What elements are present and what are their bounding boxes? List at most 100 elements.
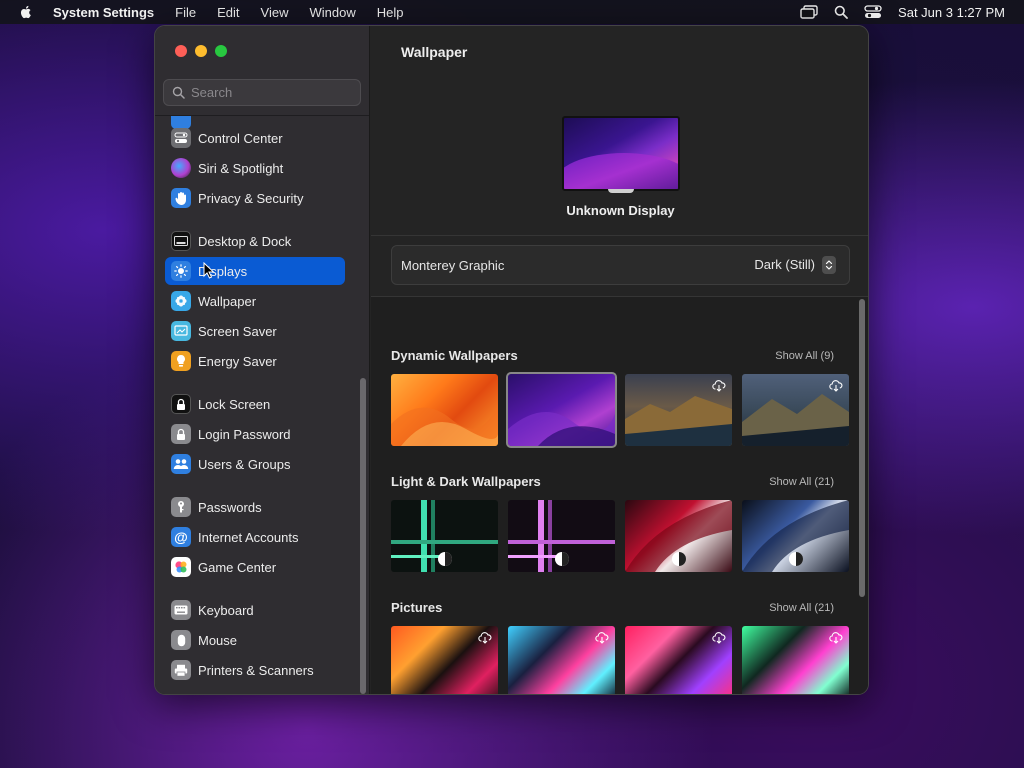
siri-icon xyxy=(171,158,191,178)
sidebar-item-label: Passwords xyxy=(198,499,262,515)
pane-divider xyxy=(371,235,868,236)
sidebar-item-desktop-dock[interactable]: Desktop & Dock xyxy=(165,227,345,255)
control-center-icon xyxy=(171,128,191,148)
sidebar-item-lock-screen[interactable]: Lock Screen xyxy=(165,390,345,418)
sidebar-item-label: Desktop & Dock xyxy=(198,233,292,249)
sidebar-item-control-center[interactable]: Control Center xyxy=(165,124,345,152)
download-icon[interactable] xyxy=(712,380,726,392)
menu-help[interactable]: Help xyxy=(377,5,404,20)
sidebar-item-keyboard[interactable]: Keyboard xyxy=(165,596,345,624)
sidebar-item-label: Energy Saver xyxy=(198,353,277,369)
search-input[interactable] xyxy=(191,85,351,100)
sidebar-item-label: Internet Accounts xyxy=(198,529,299,545)
sidebar-item-login-password[interactable]: Login Password xyxy=(165,420,345,448)
section-title-dynamic: Dynamic Wallpapers xyxy=(391,348,518,363)
printer-icon xyxy=(171,660,191,680)
wallpaper-thumb-catalina[interactable] xyxy=(625,374,732,446)
control-center-icon[interactable] xyxy=(864,5,882,19)
sidebar-item-privacy-security[interactable]: Privacy & Security xyxy=(165,184,345,212)
menu-view[interactable]: View xyxy=(261,5,289,20)
window-controls xyxy=(175,45,227,57)
wallpaper-thumb-catalina-2[interactable] xyxy=(742,374,849,446)
search-field[interactable] xyxy=(163,79,361,106)
search-icon xyxy=(172,86,185,99)
sidebar-scrollbar[interactable] xyxy=(360,378,366,694)
apple-icon[interactable] xyxy=(18,4,34,20)
show-all-pictures-button[interactable]: Show All (21) xyxy=(769,602,834,614)
display-preview xyxy=(562,116,680,191)
sidebar-item-screen-saver[interactable]: Screen Saver xyxy=(165,317,345,345)
appearance-mode-select[interactable]: Dark (Still) xyxy=(754,257,815,272)
menu-file[interactable]: File xyxy=(175,5,196,20)
sidebar-item-label: Wallpaper xyxy=(198,293,257,309)
wallpaper-thumb-imac-green[interactable] xyxy=(391,500,498,572)
wallpaper-thumb-blue-curves[interactable] xyxy=(742,500,849,572)
current-wallpaper-row: Monterey Graphic Dark (Still) xyxy=(391,245,850,285)
mouse-cursor-icon xyxy=(203,262,215,279)
preview-wave xyxy=(564,153,678,189)
sidebar-item-mouse[interactable]: Mouse xyxy=(165,626,345,654)
key-icon xyxy=(171,497,191,517)
display-name: Unknown Display xyxy=(566,203,675,218)
sidebar-item-game-center[interactable]: Game Center xyxy=(165,553,345,581)
sidebar-item-wallpaper[interactable]: Wallpaper xyxy=(165,287,345,315)
menu-edit[interactable]: Edit xyxy=(217,5,239,20)
hand-icon xyxy=(171,188,191,208)
sidebar-item-label: Privacy & Security xyxy=(198,190,304,206)
close-button[interactable] xyxy=(175,45,187,57)
at-icon: @ xyxy=(171,527,191,547)
wallpaper-thumb-picture-4[interactable] xyxy=(742,626,849,694)
wallpaper-thumb-monterey[interactable] xyxy=(506,372,617,448)
download-icon[interactable] xyxy=(595,632,609,644)
wallpaper-thumb-imac-purple[interactable] xyxy=(508,500,615,572)
gallery-scrollbar[interactable] xyxy=(859,299,865,597)
sidebar-item-passwords[interactable]: Passwords xyxy=(165,493,345,521)
wallpaper-thumb-picture-1[interactable] xyxy=(391,626,498,694)
menu-clock[interactable]: Sat Jun 3 1:27 PM xyxy=(898,5,1005,20)
sidebar-item-label: Siri & Spotlight xyxy=(198,160,284,176)
wallpaper-thumb-ventura[interactable] xyxy=(391,374,498,446)
sidebar-item-label: Lock Screen xyxy=(198,396,271,412)
minimize-button[interactable] xyxy=(195,45,207,57)
sidebar-item-displays[interactable]: Displays xyxy=(165,257,345,285)
sun-icon xyxy=(171,261,191,281)
chevron-up-down-icon[interactable] xyxy=(822,256,836,274)
sidebar-item-label: Login Password xyxy=(198,426,291,442)
wallpaper-pane: Wallpaper Unknown Display Monterey Graph… xyxy=(371,26,868,694)
wallpaper-thumb-picture-3[interactable] xyxy=(625,626,732,694)
wallpaper-thumb-red-curves[interactable] xyxy=(625,500,732,572)
zoom-button[interactable] xyxy=(215,45,227,57)
screen-saver-icon xyxy=(171,321,191,341)
menu-app-name[interactable]: System Settings xyxy=(53,5,154,20)
sidebar-list: Control Center Siri & Spotlight Privacy … xyxy=(155,116,355,694)
padlock-icon xyxy=(171,424,191,444)
flower-icon xyxy=(171,291,191,311)
light-dark-icon xyxy=(671,552,686,566)
light-dark-icon xyxy=(554,552,569,566)
sidebar-item-label: Users & Groups xyxy=(198,456,291,472)
menu-window[interactable]: Window xyxy=(309,5,355,20)
download-icon[interactable] xyxy=(829,380,843,392)
light-dark-icon xyxy=(437,552,452,566)
wallpaper-thumb-picture-2[interactable] xyxy=(508,626,615,694)
sidebar-item-label: Control Center xyxy=(198,130,283,146)
game-center-icon xyxy=(171,557,191,577)
sidebar-item-printers-scanners[interactable]: Printers & Scanners xyxy=(165,656,345,684)
sidebar-item-siri-spotlight[interactable]: Siri & Spotlight xyxy=(165,154,345,182)
sidebar-item-label: Mouse xyxy=(198,632,238,648)
show-all-light-dark-button[interactable]: Show All (21) xyxy=(769,476,834,488)
sidebar-item-users-groups[interactable]: Users & Groups xyxy=(165,450,345,478)
lock-icon xyxy=(171,394,191,414)
sidebar-item-internet-accounts[interactable]: @ Internet Accounts xyxy=(165,523,345,551)
sidebar-item-energy-saver[interactable]: Energy Saver xyxy=(165,347,345,375)
download-icon[interactable] xyxy=(829,632,843,644)
search-icon[interactable] xyxy=(834,5,848,19)
section-title-light-dark: Light & Dark Wallpapers xyxy=(391,474,541,489)
sidebar-item-label: Screen Saver xyxy=(198,323,277,339)
sidebar-item-label: Game Center xyxy=(198,559,277,575)
settings-window: Control Center Siri & Spotlight Privacy … xyxy=(154,25,869,695)
show-all-dynamic-button[interactable]: Show All (9) xyxy=(775,350,834,362)
download-icon[interactable] xyxy=(478,632,492,644)
download-icon[interactable] xyxy=(712,632,726,644)
screen-mirroring-icon[interactable] xyxy=(800,5,818,19)
